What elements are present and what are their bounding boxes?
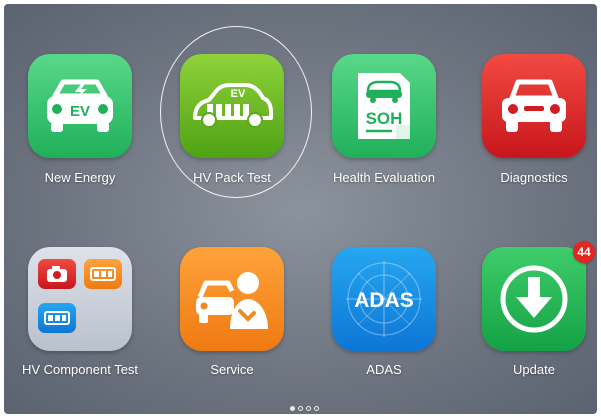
car-front-icon xyxy=(502,79,566,132)
car-mechanic-icon xyxy=(196,272,268,329)
adas-label[interactable]: ADAS xyxy=(309,362,459,377)
folder-icon xyxy=(28,247,132,351)
battery-module-mini-icon xyxy=(84,259,122,289)
download-arrow-icon xyxy=(500,265,568,333)
update-label[interactable]: Update xyxy=(459,362,597,377)
update-notification-badge: 44 xyxy=(573,241,595,263)
soh-document-icon: SOH xyxy=(358,73,410,139)
page-dot-1[interactable] xyxy=(290,406,295,411)
health-evaluation-app-icon[interactable]: SOH xyxy=(332,54,436,158)
page-dot-3[interactable] xyxy=(306,406,311,411)
page-dot-4[interactable] xyxy=(314,406,319,411)
svg-text:SOH: SOH xyxy=(366,109,403,128)
diagnostics-app-icon[interactable] xyxy=(482,54,586,158)
svg-text:EV: EV xyxy=(70,103,90,120)
new-energy-label[interactable]: New Energy xyxy=(5,170,155,185)
adas-radar-icon: ADAS xyxy=(346,261,422,337)
service-app-icon[interactable] xyxy=(180,247,284,351)
diagnostics-label[interactable]: Diagnostics xyxy=(459,170,597,185)
battery-pack-mini-icon xyxy=(38,303,76,333)
hv-component-test-folder[interactable] xyxy=(28,247,132,351)
page-dot-2[interactable] xyxy=(298,406,303,411)
camera-mini-icon xyxy=(38,259,76,289)
page-indicator[interactable] xyxy=(290,406,319,411)
selection-highlight-ring xyxy=(160,26,312,198)
hv-component-test-label[interactable]: HV Component Test xyxy=(5,362,155,377)
update-app-icon[interactable] xyxy=(482,247,586,351)
home-screen: EV New Energy EV HV Pack Test SOH Health… xyxy=(4,4,597,414)
svg-text:ADAS: ADAS xyxy=(354,289,414,312)
new-energy-app-icon[interactable]: EV xyxy=(28,54,132,158)
health-evaluation-label[interactable]: Health Evaluation xyxy=(309,170,459,185)
service-label[interactable]: Service xyxy=(157,362,307,377)
adas-app-icon[interactable]: ADAS xyxy=(332,247,436,351)
ev-car-icon: EV xyxy=(47,79,113,132)
